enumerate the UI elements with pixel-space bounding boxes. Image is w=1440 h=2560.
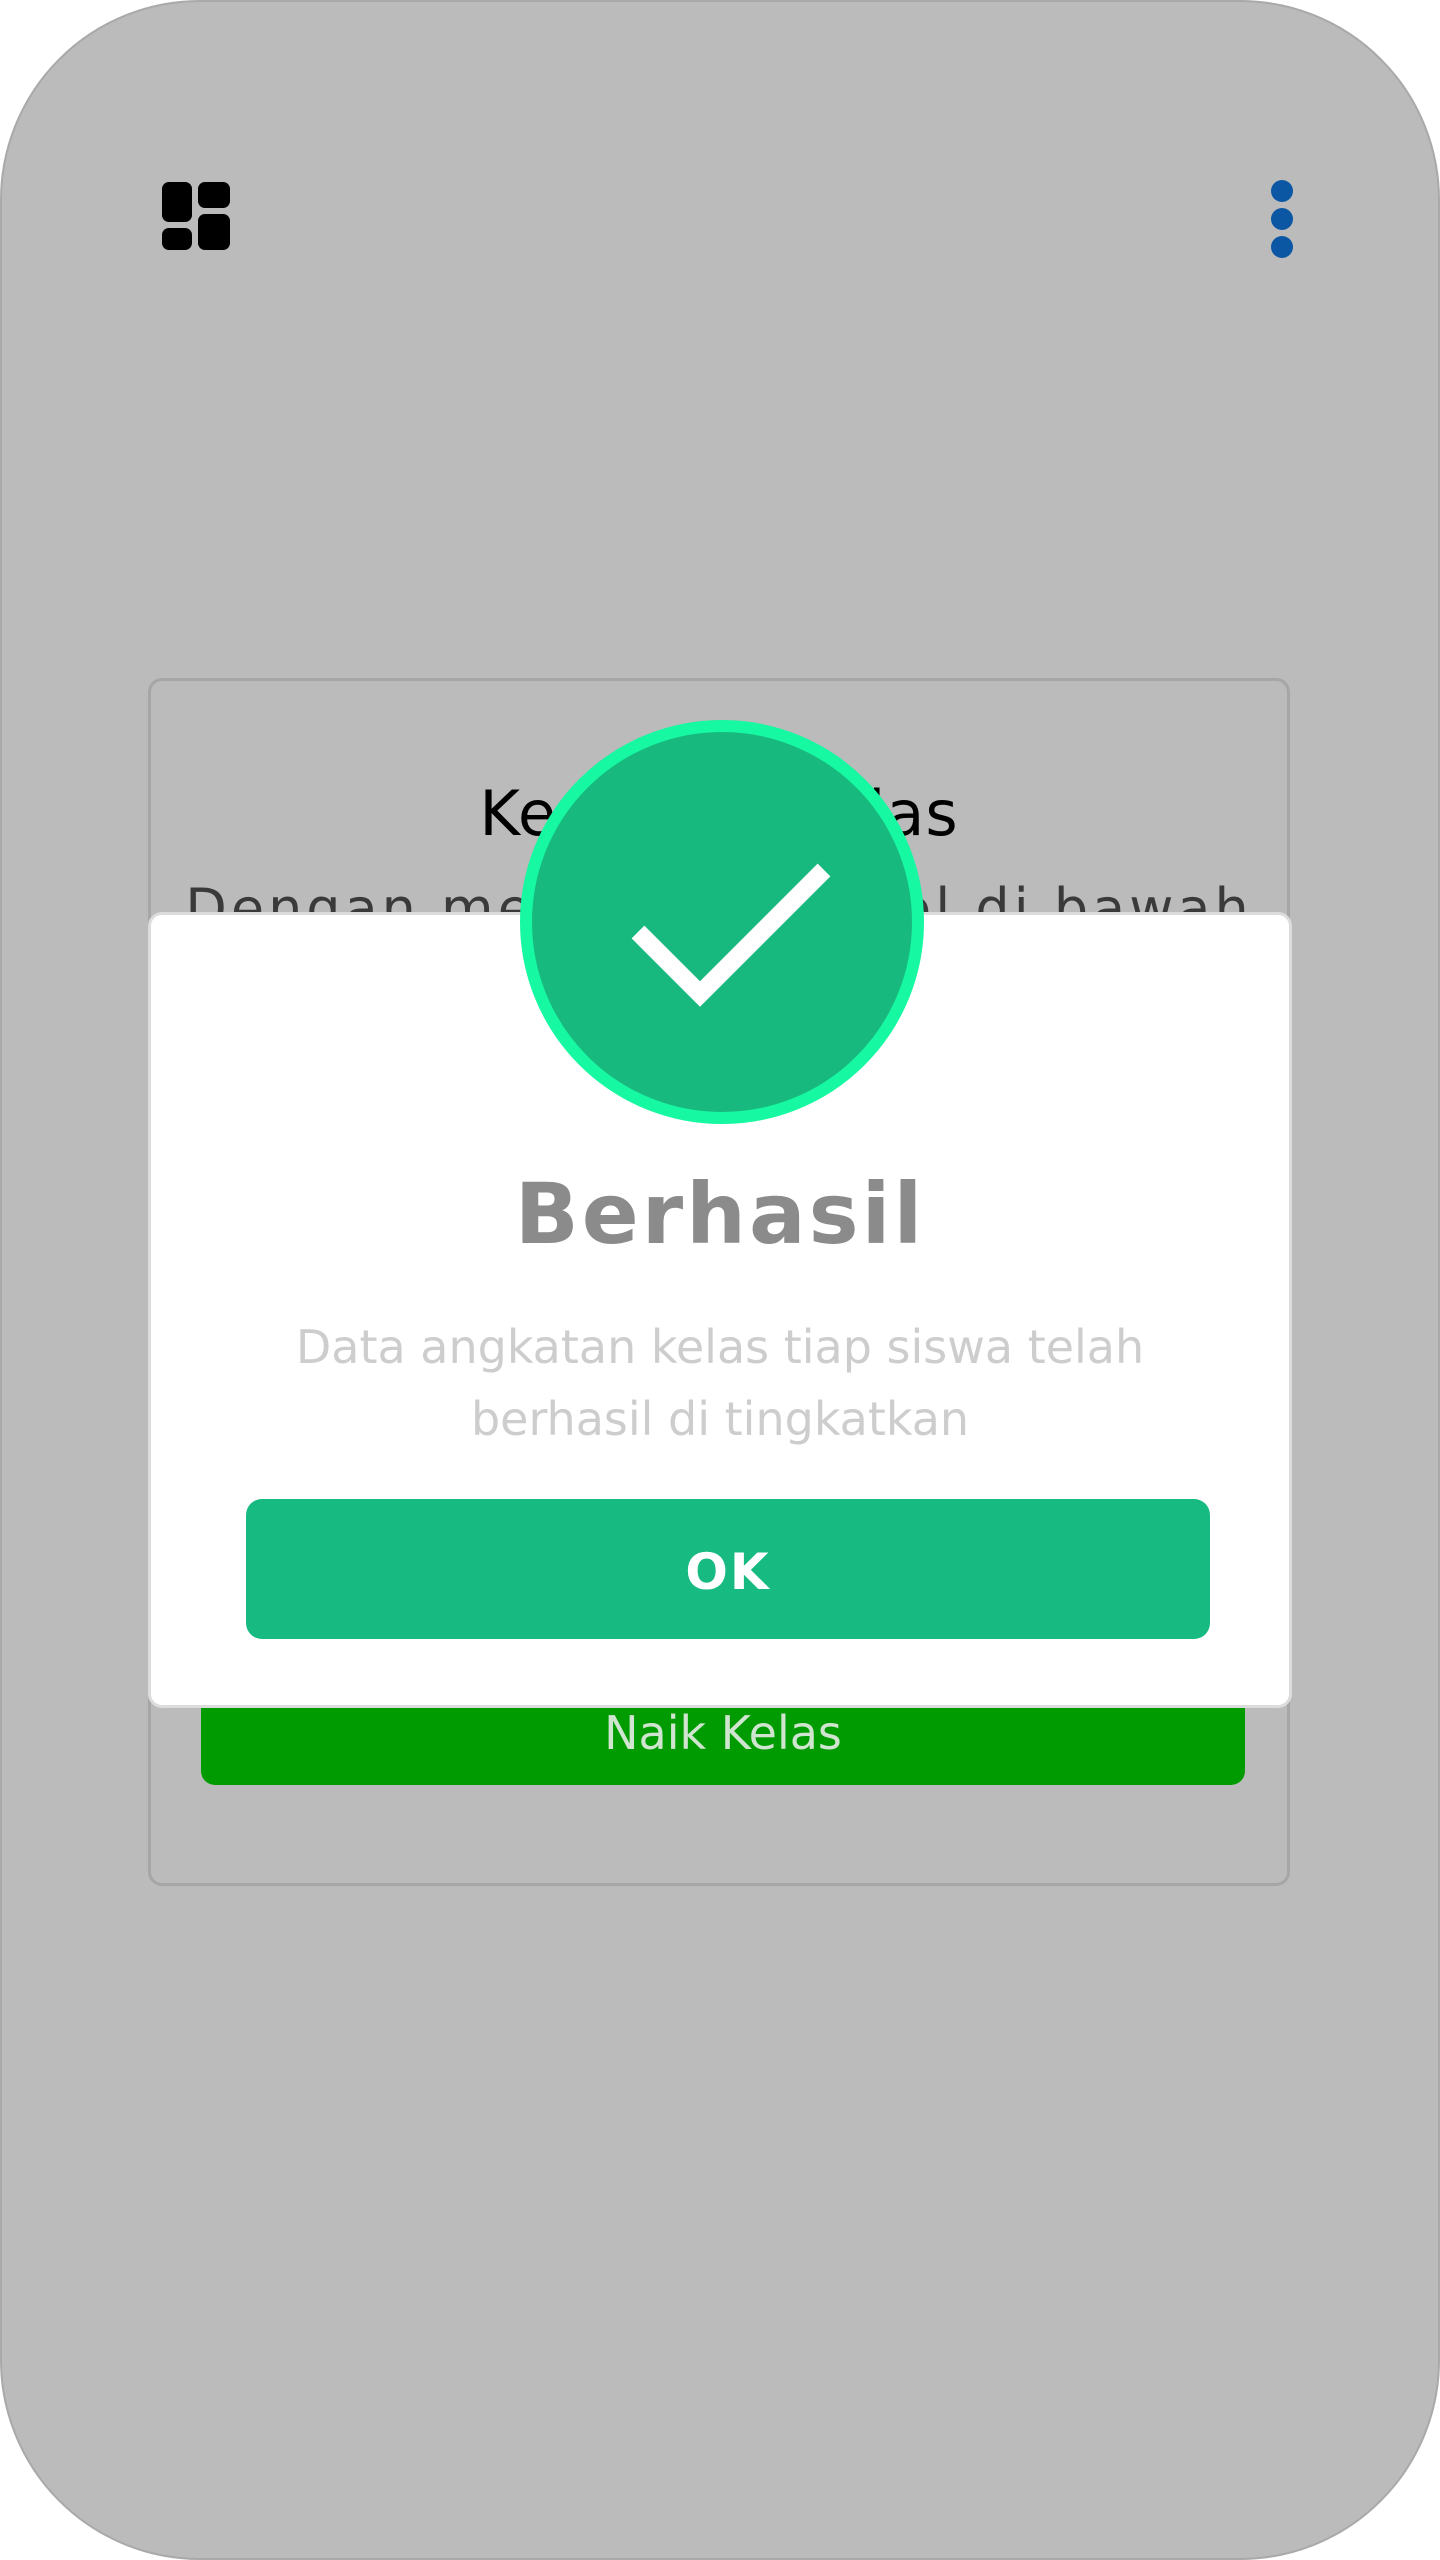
grid-menu-icon[interactable] [162, 182, 234, 254]
success-badge [520, 720, 924, 1124]
phone-frame: Kenaikan Kelas Dengan menekan tombol di … [0, 0, 1440, 2560]
dialog-title: Berhasil [514, 1165, 926, 1263]
ok-button[interactable]: OK [246, 1499, 1210, 1639]
dialog-message: Data angkatan kelas tiap siswa telah ber… [295, 1320, 1145, 1446]
more-vertical-icon[interactable] [1268, 180, 1298, 260]
checkmark-icon [631, 863, 831, 1007]
